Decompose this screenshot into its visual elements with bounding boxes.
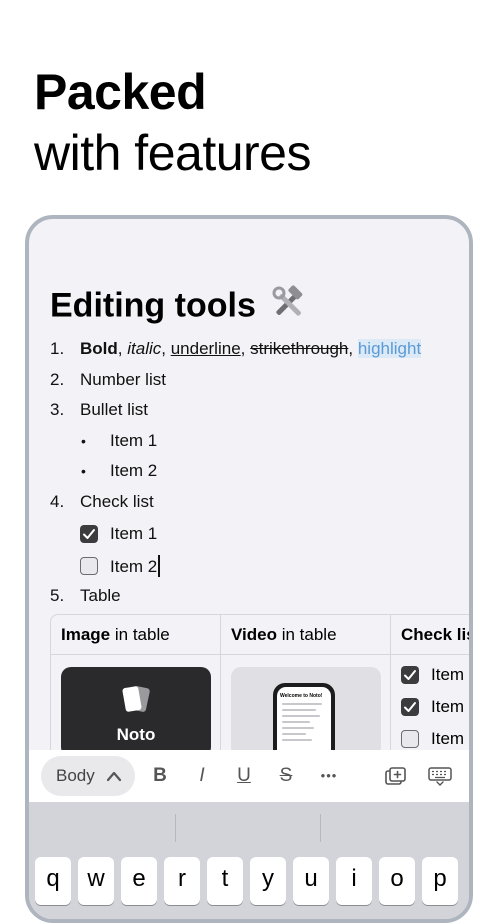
separator: , xyxy=(161,339,171,358)
check-item-text: Item xyxy=(431,697,465,716)
video-thumbnail[interactable]: Welcome to Noto! xyxy=(231,667,381,755)
bullet-icon: • xyxy=(81,433,86,449)
header-bold: Video xyxy=(231,625,277,644)
table-cell-image[interactable]: Noto xyxy=(51,655,221,755)
list-item-text: Number list xyxy=(80,370,166,389)
key-o[interactable]: o xyxy=(379,857,415,905)
table-header-video[interactable]: Video in table xyxy=(221,615,391,655)
bold-sample: Bold xyxy=(80,339,118,358)
table-header-image[interactable]: Image in table xyxy=(51,615,221,655)
bullet-icon: • xyxy=(81,463,86,479)
chevron-up-icon xyxy=(106,771,122,782)
list-item-text: Bullet list xyxy=(80,400,149,419)
checkbox-unchecked-icon[interactable] xyxy=(401,730,419,748)
underline-sample: underline xyxy=(170,339,241,358)
header-bold: Image xyxy=(61,625,111,644)
highlight-sample: highlight xyxy=(357,339,422,358)
key-w[interactable]: w xyxy=(78,857,114,905)
suggestion-divider xyxy=(320,814,321,842)
key-e[interactable]: e xyxy=(121,857,157,905)
text-style-button[interactable]: Body xyxy=(41,756,135,796)
list-number: 1. xyxy=(50,339,65,358)
hammer-wrench-icon xyxy=(271,285,307,330)
check-item-text: Item 2 xyxy=(110,555,161,578)
table-check-item: Item xyxy=(401,697,464,717)
italic-button[interactable]: I xyxy=(187,750,217,802)
more-button[interactable]: ••• xyxy=(314,750,344,802)
key-i[interactable]: i xyxy=(336,857,372,905)
video-heading: Welcome to Noto! xyxy=(280,693,323,699)
bullet-item-text: Item 2 xyxy=(110,461,158,480)
strikethrough-sample: strikethrough xyxy=(250,339,349,358)
hide-keyboard-button[interactable] xyxy=(423,750,457,802)
list-item-formatting[interactable]: 1. Bold, italic, underline, strikethroug… xyxy=(29,338,469,360)
table-cell-checklist[interactable]: Item Item Item xyxy=(391,655,469,755)
notes-stack-icon xyxy=(122,686,150,712)
separator: , xyxy=(240,339,251,358)
header-rest: in table xyxy=(110,625,170,644)
key-r[interactable]: r xyxy=(164,857,200,905)
list-number: 3. xyxy=(50,400,65,419)
headline-bold: Packed xyxy=(34,64,207,120)
separator: , xyxy=(348,339,358,358)
table-cell-video[interactable]: Welcome to Noto! xyxy=(221,655,391,755)
text-style-label: Body xyxy=(56,766,95,785)
formatting-samples: Bold, italic, underline, strikethrough, … xyxy=(80,338,422,360)
checkbox-unchecked-icon[interactable] xyxy=(80,557,98,575)
italic-sample: italic xyxy=(127,339,162,358)
note-title[interactable]: Editing tools xyxy=(50,285,307,330)
note-editor[interactable]: Editing tools 1. Bold, italic, underline… xyxy=(29,219,469,919)
list-item-text: Table xyxy=(80,586,121,605)
format-toolbar: Body B I U S ••• xyxy=(29,750,469,802)
checkbox-checked-icon[interactable] xyxy=(401,666,419,684)
note-title-text: Editing tools xyxy=(50,286,256,325)
text-cursor xyxy=(158,555,161,577)
list-number: 5. xyxy=(50,586,65,605)
table-check-item: Item xyxy=(401,665,464,685)
headline-regular: with features xyxy=(34,125,311,181)
table[interactable]: Image in table Video in table Check list… xyxy=(50,614,469,755)
check-item-text: Item xyxy=(431,665,465,684)
add-media-icon xyxy=(385,767,406,785)
suggestion-divider xyxy=(175,814,176,842)
key-y[interactable]: y xyxy=(250,857,286,905)
table-header-checklist[interactable]: Check list xyxy=(391,615,469,655)
insert-media-button[interactable] xyxy=(381,750,411,802)
list-item-text: Check list xyxy=(80,492,154,511)
key-t[interactable]: t xyxy=(207,857,243,905)
bold-button[interactable]: B xyxy=(145,750,175,802)
device-frame: Editing tools 1. Bold, italic, underline… xyxy=(25,215,473,923)
list-number: 4. xyxy=(50,492,65,511)
bullet-item-text: Item 1 xyxy=(110,431,158,450)
phone-screen: Welcome to Noto! xyxy=(277,687,331,755)
list-number: 2. xyxy=(50,370,65,389)
table-check-item: Item xyxy=(401,729,464,749)
keyboard: q w e r t y u i o p xyxy=(29,802,469,919)
check-item-text: Item xyxy=(431,729,465,748)
strikethrough-button[interactable]: S xyxy=(271,750,301,802)
phone-mockup: Welcome to Noto! xyxy=(273,683,335,755)
headline: Packed with features xyxy=(34,62,311,184)
check-item-label: Item 2 xyxy=(110,557,158,576)
separator: , xyxy=(117,339,128,358)
header-bold: Check list xyxy=(401,625,469,644)
key-q[interactable]: q xyxy=(35,857,71,905)
underline-button[interactable]: U xyxy=(229,750,259,802)
checkbox-checked-icon[interactable] xyxy=(401,698,419,716)
keyboard-dismiss-icon xyxy=(428,767,452,786)
noto-label: Noto xyxy=(116,725,156,744)
noto-image[interactable]: Noto xyxy=(61,667,211,755)
key-p[interactable]: p xyxy=(422,857,458,905)
checkbox-checked-icon[interactable] xyxy=(80,525,98,543)
key-u[interactable]: u xyxy=(293,857,329,905)
check-item-text: Item 1 xyxy=(110,524,158,543)
header-rest: in table xyxy=(276,625,337,644)
